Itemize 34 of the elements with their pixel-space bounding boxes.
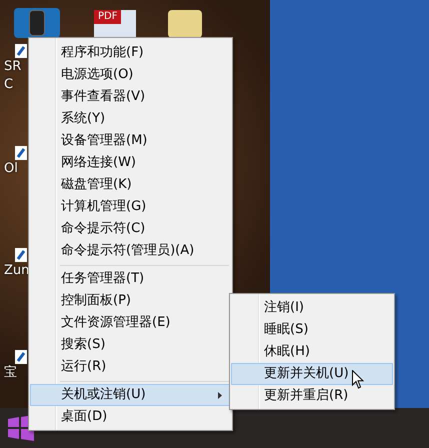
menu-item[interactable]: 命令提示符(C) bbox=[30, 218, 231, 240]
menu-item[interactable]: 任务管理器(T) bbox=[30, 268, 231, 290]
menu-item[interactable]: 关机或注销(U) bbox=[30, 384, 231, 406]
menu-item[interactable]: 网络连接(W) bbox=[30, 152, 231, 174]
icon-label: SR bbox=[4, 58, 22, 76]
phone-app-icon[interactable] bbox=[14, 8, 60, 38]
menu-item[interactable]: 注销(I) bbox=[231, 297, 393, 319]
shortcut-icon[interactable] bbox=[15, 350, 27, 364]
shortcut-icon[interactable] bbox=[15, 248, 27, 262]
pdf-file-icon[interactable]: PDF bbox=[94, 10, 136, 38]
menu-item[interactable]: 磁盘管理(K) bbox=[30, 174, 231, 196]
menu-item[interactable]: 文件资源管理器(E) bbox=[30, 312, 231, 334]
mouse-cursor-icon bbox=[352, 370, 364, 389]
menu-item[interactable]: 命令提示符(管理员)(A) bbox=[30, 240, 231, 262]
icon-label: Ol bbox=[4, 160, 18, 178]
menu-item[interactable]: 更新并关机(U) bbox=[231, 363, 393, 385]
menu-item[interactable]: 计算机管理(G) bbox=[30, 196, 231, 218]
menu-item[interactable]: 系统(Y) bbox=[30, 108, 231, 130]
menu-item[interactable]: 电源选项(O) bbox=[30, 64, 231, 86]
icon-label: C bbox=[4, 76, 14, 94]
menu-item[interactable]: 桌面(D) bbox=[30, 406, 231, 428]
menu-item[interactable]: 搜索(S) bbox=[30, 334, 231, 356]
menu-item[interactable]: 程序和功能(F) bbox=[30, 42, 231, 64]
menu-item[interactable]: 更新并重启(R) bbox=[231, 385, 393, 407]
icon-label: Zun bbox=[4, 262, 30, 280]
menu-item[interactable]: 控制面板(P) bbox=[30, 290, 231, 312]
icon-label: 宝 bbox=[4, 364, 17, 382]
menu-item[interactable]: 休眠(H) bbox=[231, 341, 393, 363]
shortcut-icon[interactable] bbox=[15, 146, 27, 160]
menu-item[interactable]: 运行(R) bbox=[30, 356, 231, 378]
menu-item[interactable]: 事件查看器(V) bbox=[30, 86, 231, 108]
menu-item[interactable]: 设备管理器(M) bbox=[30, 130, 231, 152]
shortcut-icon[interactable] bbox=[15, 44, 27, 58]
menu-item[interactable]: 睡眠(S) bbox=[231, 319, 393, 341]
